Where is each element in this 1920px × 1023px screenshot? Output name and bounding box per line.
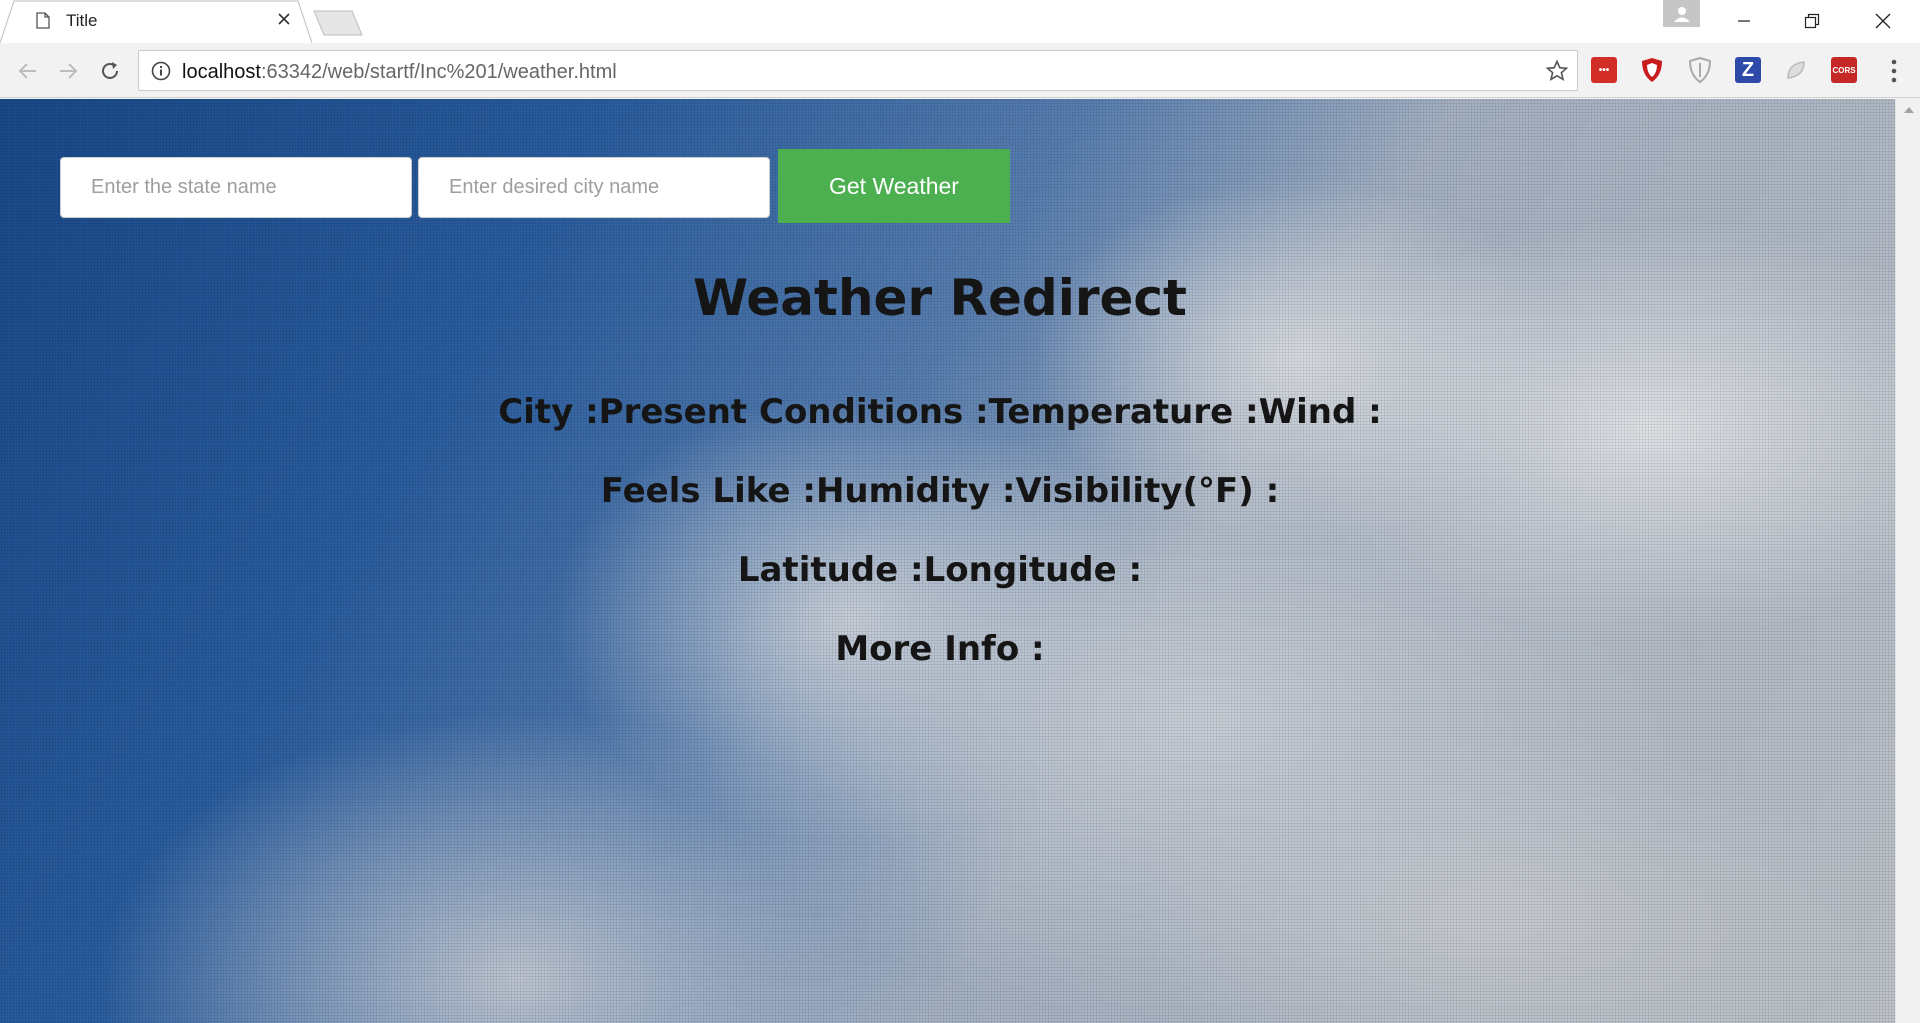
- feels-like-line: Feels Like :Humidity :Visibility(°F) :: [600, 471, 1280, 511]
- new-tab-button[interactable]: [312, 10, 364, 36]
- leaf-extension-icon: [1787, 61, 1805, 79]
- minimize-button[interactable]: [1716, 0, 1772, 41]
- page-title: Weather Redirect: [693, 269, 1187, 327]
- minimize-icon: [1738, 19, 1750, 22]
- tab-title[interactable]: Title: [66, 11, 98, 31]
- city-input[interactable]: [418, 157, 770, 218]
- back-arrow-icon: [18, 63, 36, 79]
- close-window-button[interactable]: [1855, 0, 1911, 41]
- coordinates-line: Latitude :Longitude :: [737, 550, 1143, 590]
- get-weather-button[interactable]: Get Weather: [778, 149, 1010, 223]
- address-bar[interactable]: localhost:63342/web/startf/Inc%201/weath…: [138, 50, 1578, 91]
- browser-toolbar: localhost:63342/web/startf/Inc%201/weath…: [0, 43, 1920, 98]
- reload-icon: [102, 62, 118, 79]
- restore-icon: [1804, 13, 1820, 28]
- cors-icon[interactable]: CORS: [1831, 57, 1857, 83]
- forward-arrow-icon: [60, 63, 78, 79]
- state-input[interactable]: [60, 157, 412, 218]
- back-button[interactable]: [14, 57, 42, 85]
- bookmark-star-icon[interactable]: [1545, 59, 1569, 83]
- close-tab-icon[interactable]: [276, 11, 292, 27]
- title-bar: Title: [0, 0, 1920, 43]
- menu-dots-icon[interactable]: [1884, 57, 1904, 85]
- page-icon: [36, 12, 50, 29]
- user-icon: [1673, 6, 1690, 22]
- extension-icon[interactable]: [1783, 57, 1809, 83]
- more-info-line: More Info :: [835, 629, 1045, 669]
- info-icon[interactable]: [151, 61, 171, 81]
- cors-label: CORS: [1832, 65, 1856, 75]
- scroll-up-arrow-icon[interactable]: [1904, 107, 1914, 113]
- ublock-shield-icon: [1642, 58, 1662, 82]
- profile-button[interactable]: [1663, 0, 1700, 27]
- restore-button[interactable]: [1784, 0, 1840, 41]
- forward-button[interactable]: [54, 57, 82, 85]
- shield-icon[interactable]: [1687, 57, 1713, 83]
- vertical-scrollbar[interactable]: [1895, 99, 1920, 1023]
- url-text[interactable]: localhost:63342/web/startf/Inc%201/weath…: [182, 61, 617, 84]
- url-host: localhost: [182, 61, 261, 83]
- close-icon: [1875, 13, 1891, 28]
- ublock-icon[interactable]: [1639, 57, 1665, 83]
- grey-shield-icon: [1688, 57, 1712, 83]
- page-viewport: Get Weather Weather Redirect City :Prese…: [0, 99, 1895, 1023]
- zotero-label: Z: [1741, 58, 1755, 81]
- url-path: :63342/web/startf/Inc%201/weather.html: [260, 61, 617, 83]
- zotero-icon[interactable]: Z: [1735, 57, 1761, 83]
- lastpass-label: •••: [1598, 64, 1610, 76]
- lastpass-icon[interactable]: •••: [1591, 57, 1617, 83]
- reload-button[interactable]: [96, 57, 124, 85]
- conditions-line: City :Present Conditions :Temperature :W…: [498, 392, 1382, 432]
